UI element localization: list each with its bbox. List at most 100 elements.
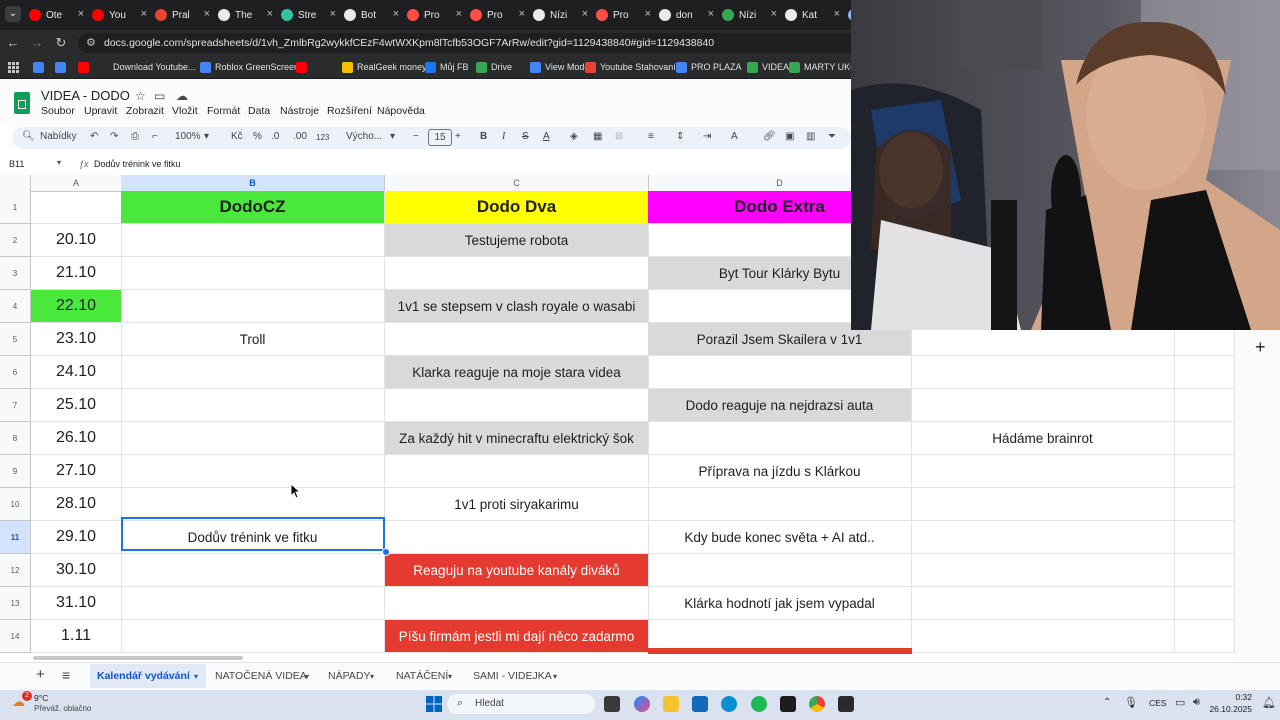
video-cell[interactable] (121, 554, 385, 587)
grid-cell[interactable] (1175, 488, 1235, 521)
font-size-input[interactable]: 15 (428, 129, 452, 146)
video-cell[interactable] (911, 587, 1175, 620)
close-tab-icon[interactable]: × (141, 8, 147, 20)
browser-tab[interactable]: Kat × (785, 4, 844, 26)
insert-chart-icon[interactable]: ▥ (806, 131, 815, 142)
taskbar-search[interactable]: ⌕ Hledat (447, 694, 595, 714)
bookmark-item[interactable]: Youtube Stahovaní (585, 60, 676, 74)
sheet-tab-chevron-icon[interactable]: ▾ (194, 672, 198, 681)
sheet-tab[interactable]: Kalendář vydávání (97, 670, 190, 682)
date-cell[interactable]: 28.10 (31, 488, 122, 521)
date-cell[interactable]: 26.10 (31, 422, 122, 455)
redo-icon[interactable]: ↷ (110, 131, 118, 142)
merge-cells-icon[interactable]: ⊞ (615, 131, 623, 142)
insert-link-icon[interactable]: 🔗︎ (763, 131, 776, 142)
terminal-icon[interactable] (780, 696, 796, 712)
sheets-logo-icon[interactable] (14, 92, 30, 114)
row-header[interactable]: 11 (0, 521, 31, 554)
video-cell[interactable] (648, 554, 912, 587)
video-cell[interactable]: Hádáme brainrot (911, 422, 1175, 455)
undo-icon[interactable]: ↶ (90, 131, 98, 142)
video-cell[interactable] (121, 389, 385, 422)
close-tab-icon[interactable]: × (834, 8, 840, 20)
video-cell[interactable] (385, 257, 649, 290)
video-cell[interactable] (385, 389, 649, 422)
video-cell[interactable]: Za každý hit v minecraftu elektrický šok (385, 422, 649, 455)
grid-cell[interactable] (1175, 455, 1235, 488)
name-box[interactable]: B11 (9, 159, 24, 169)
fill-color-icon[interactable]: ◈ (570, 131, 578, 142)
date-cell[interactable]: 27.10 (31, 455, 122, 488)
menu-item[interactable]: Nápověda (377, 105, 425, 117)
close-tab-icon[interactable]: × (267, 8, 273, 20)
video-cell[interactable]: Reaguju na youtube kanály diváků (385, 554, 649, 587)
font-size-increase-icon[interactable]: + (455, 131, 461, 142)
date-cell[interactable]: 20.10 (31, 224, 122, 257)
video-cell[interactable] (911, 554, 1175, 587)
column-header[interactable]: C (385, 175, 649, 191)
browser-tab[interactable]: You × (92, 4, 151, 26)
date-cell[interactable]: 31.10 (31, 587, 122, 620)
date-cell[interactable]: 21.10 (31, 257, 122, 290)
search-icon[interactable]: 🔍︎ (22, 131, 35, 142)
bookmark-item[interactable]: View Mode (530, 60, 589, 74)
epic-games-icon[interactable] (838, 696, 854, 712)
row-header[interactable]: 12 (0, 554, 31, 587)
date-cell[interactable]: 1.11 (31, 620, 122, 653)
browser-tab[interactable]: Ote × (29, 4, 88, 26)
bookmark-item[interactable]: MARTY UKC (789, 60, 857, 74)
row-header[interactable]: 5 (0, 323, 31, 356)
sheet-tab-chevron-icon[interactable]: ▾ (305, 672, 309, 681)
grid-cell[interactable] (1175, 554, 1235, 587)
grid-cell[interactable] (1175, 422, 1235, 455)
menu-item[interactable]: Vložit (172, 105, 198, 117)
close-tab-icon[interactable]: × (519, 8, 525, 20)
microphone-icon[interactable]: 🎙︎ (1124, 696, 1138, 709)
add-sheet-plus-icon[interactable]: + (36, 666, 45, 683)
volume-icon[interactable]: 🔊︎ (1193, 696, 1200, 709)
font-chevron-icon[interactable]: ▾ (390, 131, 395, 142)
video-cell[interactable] (121, 620, 385, 653)
sheet-tab-chevron-icon[interactable]: ▾ (553, 672, 557, 681)
number-format-button[interactable]: 123 (316, 133, 329, 142)
task-view-icon[interactable] (604, 696, 620, 712)
bookmark-item[interactable]: Roblox GreenScreen (200, 60, 299, 74)
filter-icon[interactable]: ⏷ (828, 131, 836, 142)
bold-icon[interactable]: B (480, 131, 487, 142)
close-tab-icon[interactable]: × (393, 8, 399, 20)
bookmark-item[interactable]: RealGeek money (342, 60, 427, 74)
close-tab-icon[interactable]: × (78, 8, 84, 20)
browser-tab[interactable]: don × (659, 4, 718, 26)
zoom-chevron-icon[interactable]: ▾ (204, 131, 209, 142)
italic-icon[interactable]: I (502, 131, 505, 142)
video-cell[interactable] (121, 290, 385, 323)
close-tab-icon[interactable]: × (456, 8, 462, 20)
add-panel-plus-icon[interactable]: + (1255, 337, 1266, 358)
bookmark-item[interactable] (55, 60, 70, 74)
video-cell[interactable] (648, 356, 912, 389)
video-cell[interactable]: 1v1 se stepsem v clash royale o wasabi (385, 290, 649, 323)
row-header[interactable]: 7 (0, 389, 31, 422)
menu-item[interactable]: Rozšíření (327, 105, 372, 117)
sheet-tab[interactable]: NATOČENÁ VIDEA (215, 670, 307, 682)
back-arrow-icon[interactable]: ← (4, 34, 22, 52)
video-cell[interactable] (121, 587, 385, 620)
video-cell[interactable]: Testujeme robota (385, 224, 649, 257)
bookmark-item[interactable]: VIDEA (747, 60, 789, 74)
browser-tab[interactable]: Bot × (344, 4, 403, 26)
video-cell[interactable] (121, 257, 385, 290)
date-cell[interactable]: 23.10 (31, 323, 122, 356)
browser-tab[interactable]: Nízi × (533, 4, 592, 26)
browser-tab[interactable]: Pro × (407, 4, 466, 26)
video-cell[interactable] (385, 521, 649, 554)
bookmark-item[interactable] (78, 60, 93, 74)
column-header[interactable]: B (121, 175, 385, 191)
video-cell[interactable]: Kdy bude konec světa + AI atd.. (648, 521, 912, 554)
tray-chevron-icon[interactable]: ⌃ (1103, 697, 1111, 708)
bookmark-item[interactable]: Drive (476, 60, 512, 74)
cloud-status-icon[interactable]: ☁ (176, 89, 188, 103)
weather-temp[interactable]: 9°C (34, 693, 48, 703)
text-rotation-icon[interactable]: A (731, 131, 738, 142)
video-cell[interactable] (911, 356, 1175, 389)
date-cell[interactable]: 24.10 (31, 356, 122, 389)
